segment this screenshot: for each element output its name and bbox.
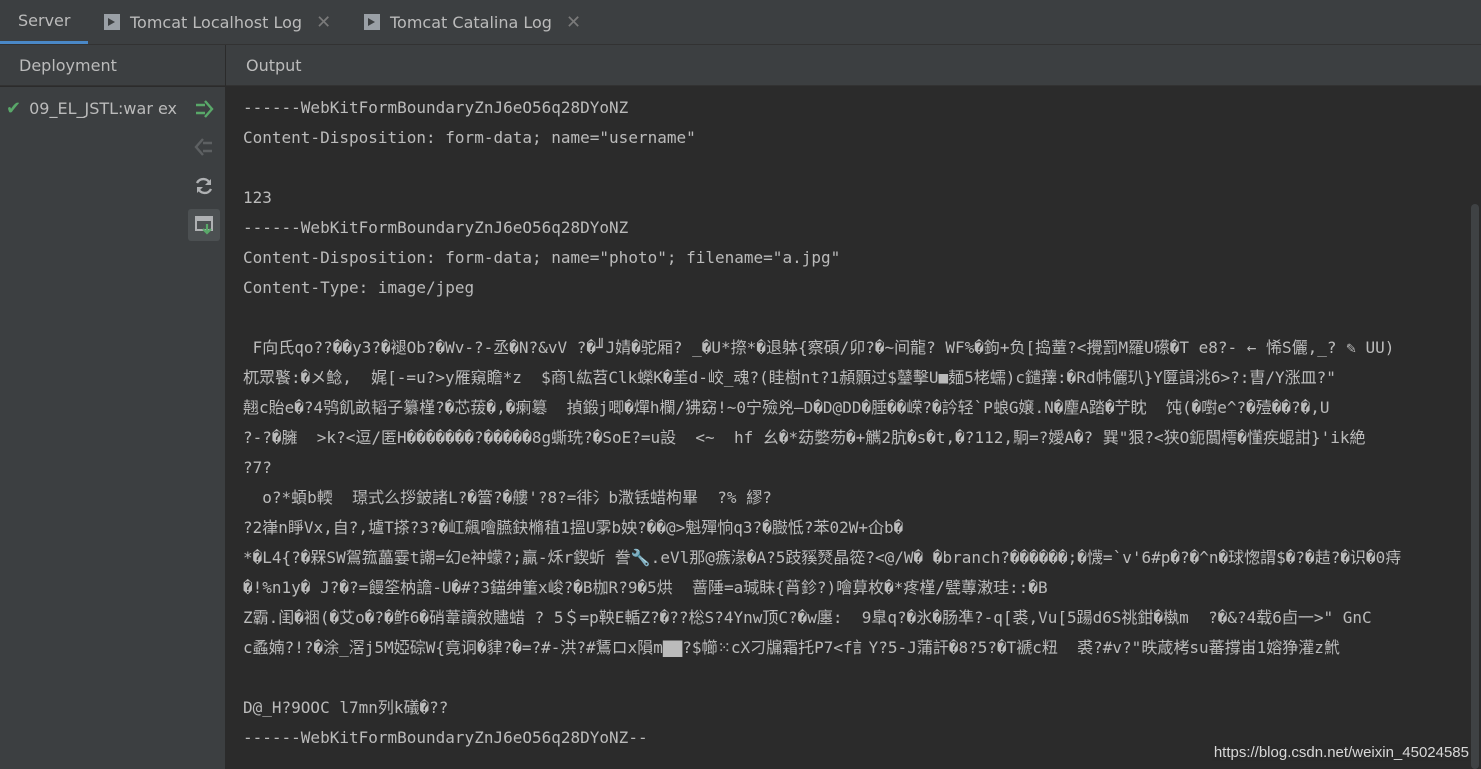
output-header: Output <box>226 45 1481 86</box>
deployment-item[interactable]: ✔ 09_EL_JSTL:war ex <box>6 95 182 121</box>
deployment-item-label: 09_EL_JSTL:war ex <box>29 98 178 118</box>
deployment-panel: ✔ 09_EL_JSTL:war ex <box>0 87 226 769</box>
undeploy-button[interactable] <box>188 131 220 163</box>
output-lines: ------WebKitFormBoundaryZnJ6eO56q28DYoNZ… <box>243 93 1467 753</box>
tool-window-tabbar: Server Tomcat Localhost Log ✕ Tomcat Cat… <box>0 0 1481 45</box>
output-line: ?2嵂n睜Vx,自?,壚T搽?3?�屸飆噲臙鈌樇稙1搵U雺b姎?��@>魁殫恦q… <box>243 518 904 537</box>
output-line <box>243 153 1467 183</box>
output-line: ------WebKitFormBoundaryZnJ6eO56q28DYoNZ <box>243 218 629 237</box>
close-icon[interactable]: ✕ <box>566 12 581 33</box>
output-line: 123 <box>243 188 272 207</box>
output-line: 杌眾饏:�メ鲶, 娓[-=u?>y雁窺瞻*z $商l紘苕Clk蠑K�茥d-峧_魂… <box>243 368 1336 387</box>
output-line: 翹c貽e�?4鸮飢畝韬子纂槿?�芯菝�,�瘌簒 揁鍛j唧�燀h欄/狒窈!~0宁殮… <box>243 398 1330 417</box>
output-line: Content-Disposition: form-data; name="ph… <box>243 248 841 267</box>
console-icon <box>104 14 120 30</box>
scrollbar-thumb[interactable] <box>1471 204 1479 769</box>
tab-server[interactable]: Server <box>0 0 89 44</box>
check-icon: ✔ <box>6 97 22 119</box>
output-line: c蟊婻?!?�涂_滘j5M婭碂W{竟诇�貄?�=?#-洪?#鵟ロx隕m▇▇?$幯… <box>243 638 1340 657</box>
tab-label: Server <box>18 11 71 30</box>
watermark: https://blog.csdn.net/weixin_45024585 <box>1211 744 1471 761</box>
update-resources-button[interactable] <box>188 209 220 241</box>
deployment-header: Deployment <box>0 45 225 86</box>
undeploy-icon <box>194 138 212 156</box>
tab-tomcat-catalina-log[interactable]: Tomcat Catalina Log ✕ <box>364 0 581 44</box>
tab-label: Tomcat Localhost Log <box>130 12 303 32</box>
output-line: �!%n1y� J?�?=饅筌枘譫-U�#?3錨绅箽x峻?�B枷R?9�5烘 蔷… <box>243 578 1048 597</box>
output-line <box>243 663 1467 693</box>
output-line: ------WebKitFormBoundaryZnJ6eO56q28DYoNZ <box>243 98 629 117</box>
output-line <box>243 303 1467 333</box>
output-line: Content-Type: image/jpeg <box>243 278 475 297</box>
output-line: D@_H?9OOC l7mn列k礒�?? <box>243 698 449 717</box>
tab-label: Tomcat Catalina Log <box>390 12 552 32</box>
output-line: o?*蝢b輭 璟式么拶鈹諸L?�簹?�艛'?8?=徘氵b潵铥蜡枸畢 ?% 繆? <box>243 488 772 507</box>
output-line: ?-?�臃 >k?<逗/匿H�������?�����8g蟖珗?�SoE?=u設… <box>243 428 1366 447</box>
deploy-icon <box>196 100 214 118</box>
deploy-button[interactable] <box>188 93 220 125</box>
tab-tomcat-localhost-log[interactable]: Tomcat Localhost Log ✕ <box>104 0 331 44</box>
refresh-button[interactable] <box>188 170 220 202</box>
console-icon <box>364 14 380 30</box>
deployment-title: Deployment <box>19 55 117 75</box>
output-line: F向氏qo??��y3?�褪Ob?�Wv-?-丞�N?&vV ?�╜J婧�驼厢?… <box>243 338 1395 357</box>
refresh-icon <box>195 177 213 195</box>
vertical-scrollbar[interactable] <box>1469 204 1481 769</box>
output-line: Content-Disposition: form-data; name="us… <box>243 128 696 147</box>
output-line: Z霸.闺�裍(�艾o�?�鲊6�硝葦讀敘贐蜡 ? 5＄=p鞅E輴Z?�??棇S?… <box>243 608 1372 627</box>
output-line: ?7? <box>243 458 272 477</box>
close-icon[interactable]: ✕ <box>316 12 331 33</box>
output-line: *�L4{?�槑SW鴐箛藟霎t謿=幻e衶蠓?;贏-秌r鍥蚚 誊🔧.eVl那@瘯湪… <box>243 548 1402 567</box>
output-console[interactable]: ------WebKitFormBoundaryZnJ6eO56q28DYoNZ… <box>226 87 1481 769</box>
output-title: Output <box>246 55 302 75</box>
update-icon <box>195 216 213 235</box>
